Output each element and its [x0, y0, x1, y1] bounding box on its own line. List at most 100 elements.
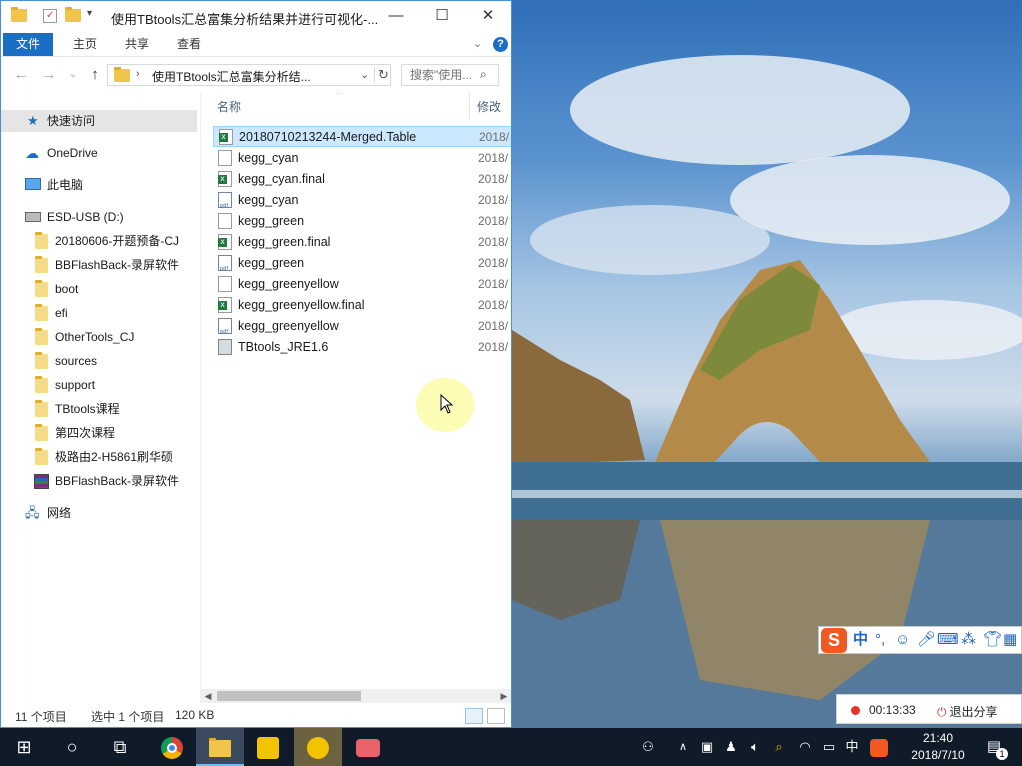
help-icon[interactable]: ?: [493, 37, 508, 52]
file-row[interactable]: TBtools_JRE1.6 2018/: [213, 337, 511, 358]
forward-arrow-icon[interactable]: →: [39, 66, 59, 84]
horizontal-scrollbar[interactable]: ◀ ▶: [201, 689, 511, 703]
tab-home[interactable]: 主页: [59, 33, 111, 56]
skin-icon[interactable]: 👕︎: [983, 631, 1002, 649]
tray-app-icon[interactable]: ▣: [696, 728, 718, 766]
refresh-icon[interactable]: ↻: [374, 67, 389, 83]
column-header-date[interactable]: 修改日: [477, 93, 511, 142]
tab-file[interactable]: 文件: [3, 33, 54, 56]
file-name: 20180710213244-Merged.Table: [239, 130, 417, 144]
nav-folder[interactable]: BBFlashBack-录屏软件: [1, 254, 197, 276]
volume-icon[interactable]: 🔈︎: [744, 728, 766, 766]
tab-view[interactable]: 查看: [163, 33, 215, 56]
nav-quick-access[interactable]: ★ 快速访问: [1, 110, 197, 132]
address-path-box[interactable]: › 使用TBtools汇总富集分析结... ⌄ ↻: [107, 64, 391, 86]
start-windows-icon[interactable]: ⊞: [0, 728, 48, 766]
nav-folder[interactable]: boot: [1, 278, 197, 300]
nav-folder[interactable]: efi: [1, 302, 197, 324]
scroll-right-icon[interactable]: ▶: [497, 689, 511, 703]
chevron-down-icon[interactable]: ⌄: [360, 68, 369, 81]
file-row[interactable]: kegg_cyan 2018/: [213, 190, 511, 217]
battery-icon[interactable]: ▭: [818, 728, 840, 766]
maximize-button[interactable]: ☐: [419, 1, 465, 31]
search-input[interactable]: [410, 66, 482, 84]
file-row[interactable]: kegg_green.final 2018/: [213, 232, 511, 253]
wifi-icon[interactable]: ◠: [794, 728, 816, 766]
file-row[interactable]: 20180710213244-Merged.Table 2018/: [213, 126, 511, 147]
qq-icon[interactable]: ♟: [720, 728, 742, 766]
scrollbar-thumb[interactable]: [217, 691, 361, 701]
file-row[interactable]: kegg_green 2018/: [213, 211, 511, 232]
task-view-icon[interactable]: ⧉: [96, 728, 144, 766]
large-icons-view-icon[interactable]: [487, 708, 505, 724]
file-row[interactable]: kegg_greenyellow 2018/: [213, 316, 511, 343]
nav-folder[interactable]: 20180606-开题预备-CJ: [1, 230, 197, 252]
nav-folder[interactable]: 第四次课程: [1, 422, 197, 444]
nav-usb-drive[interactable]: ESD-USB (D:): [1, 206, 197, 228]
column-divider[interactable]: [469, 93, 470, 121]
new-folder-icon[interactable]: [65, 7, 81, 23]
close-button[interactable]: ✕: [465, 1, 511, 31]
emoji-icon[interactable]: ☺: [895, 631, 910, 649]
keyboard-icon[interactable]: ⌨: [937, 631, 959, 649]
chat-app-icon[interactable]: [344, 728, 392, 766]
chevron-up-icon[interactable]: ∧: [674, 728, 692, 766]
minimize-button[interactable]: —: [373, 1, 419, 31]
search-icon[interactable]: ⌕: [480, 67, 487, 82]
microphone-icon[interactable]: 🎤︎: [917, 631, 936, 649]
nav-onedrive[interactable]: ☁ OneDrive: [1, 142, 197, 164]
notification-center-icon[interactable]: ▤: [982, 728, 1006, 766]
nav-folder[interactable]: sources: [1, 350, 197, 372]
punctuation-toggle[interactable]: °,: [875, 631, 885, 649]
cortana-search-icon[interactable]: ○: [48, 728, 96, 766]
sort-ascending-icon: ^: [337, 93, 342, 100]
properties-icon[interactable]: ✓: [43, 9, 57, 23]
file-explorer-taskbar-icon[interactable]: [196, 728, 244, 766]
ime-toolbar[interactable]: S 中 °, ☺ 🎤︎ ⌨ ⁂ 👕︎ ▦: [818, 626, 1022, 654]
people-icon[interactable]: ⚇: [636, 728, 660, 766]
mouse-pointer-icon: [440, 394, 454, 414]
details-view-icon[interactable]: [465, 708, 483, 724]
nav-folder[interactable]: OtherTools_CJ: [1, 326, 197, 348]
file-row[interactable]: kegg_cyan 2018/: [213, 148, 511, 169]
app-globe-icon[interactable]: [294, 728, 342, 766]
chevron-down-icon[interactable]: ▾: [87, 8, 103, 22]
title-bar[interactable]: ✓ ▾ 使用TBtools汇总富集分析结果并进行可视化-... — ☐ ✕: [1, 1, 511, 33]
ime-tray-mode[interactable]: 中: [842, 728, 862, 766]
search-box[interactable]: ⌕: [401, 64, 499, 86]
sogou-tray-icon[interactable]: [868, 728, 890, 766]
tools-icon[interactable]: ⁂: [961, 631, 976, 649]
file-row[interactable]: kegg_green 2018/: [213, 253, 511, 280]
nav-item-label: ESD-USB (D:): [47, 210, 124, 224]
file-row[interactable]: kegg_greenyellow.final 2018/: [213, 295, 511, 316]
nav-network[interactable]: 🖧 网络: [1, 502, 197, 524]
app-grid-icon[interactable]: [244, 728, 292, 766]
chevron-down-icon[interactable]: ⌄: [473, 37, 482, 50]
chevron-down-icon[interactable]: ⌄: [63, 66, 83, 84]
chrome-icon[interactable]: [148, 728, 196, 766]
scroll-left-icon[interactable]: ◀: [201, 689, 215, 703]
nav-folder[interactable]: support: [1, 374, 197, 396]
nav-folder[interactable]: TBtools课程: [1, 398, 197, 420]
exit-share-button[interactable]: ⏻ 退出分享: [937, 703, 998, 720]
file-row[interactable]: kegg_greenyellow 2018/: [213, 274, 511, 295]
nav-item-label: 此电脑: [47, 178, 84, 192]
tab-share[interactable]: 共享: [111, 33, 163, 56]
ime-mode-toggle[interactable]: 中: [853, 631, 868, 649]
file-explorer-window[interactable]: ✓ ▾ 使用TBtools汇总富集分析结果并进行可视化-... — ☐ ✕ 文件…: [0, 0, 512, 728]
file-row[interactable]: kegg_cyan.final 2018/: [213, 169, 511, 190]
application-icon: [218, 339, 232, 355]
nav-archive[interactable]: BBFlashBack-录屏软件: [1, 470, 197, 492]
system-clock[interactable]: 21:40 2018/7/10: [898, 730, 978, 764]
up-arrow-icon[interactable]: ↑: [85, 66, 105, 84]
chevron-right-icon[interactable]: ›: [136, 68, 140, 80]
search-tray-icon[interactable]: ⌕: [768, 728, 790, 766]
sogou-logo-icon[interactable]: S: [821, 628, 847, 653]
nav-this-pc[interactable]: 此电脑: [1, 174, 197, 196]
grid-menu-icon[interactable]: ▦: [1003, 631, 1017, 649]
back-arrow-icon[interactable]: ←: [11, 66, 31, 84]
nav-folder[interactable]: 极路由2-H5861刷华硕: [1, 446, 197, 468]
nav-item-label: TBtools课程: [55, 402, 120, 416]
column-header-name[interactable]: 名称: [217, 93, 241, 121]
document-icon: [218, 213, 232, 229]
